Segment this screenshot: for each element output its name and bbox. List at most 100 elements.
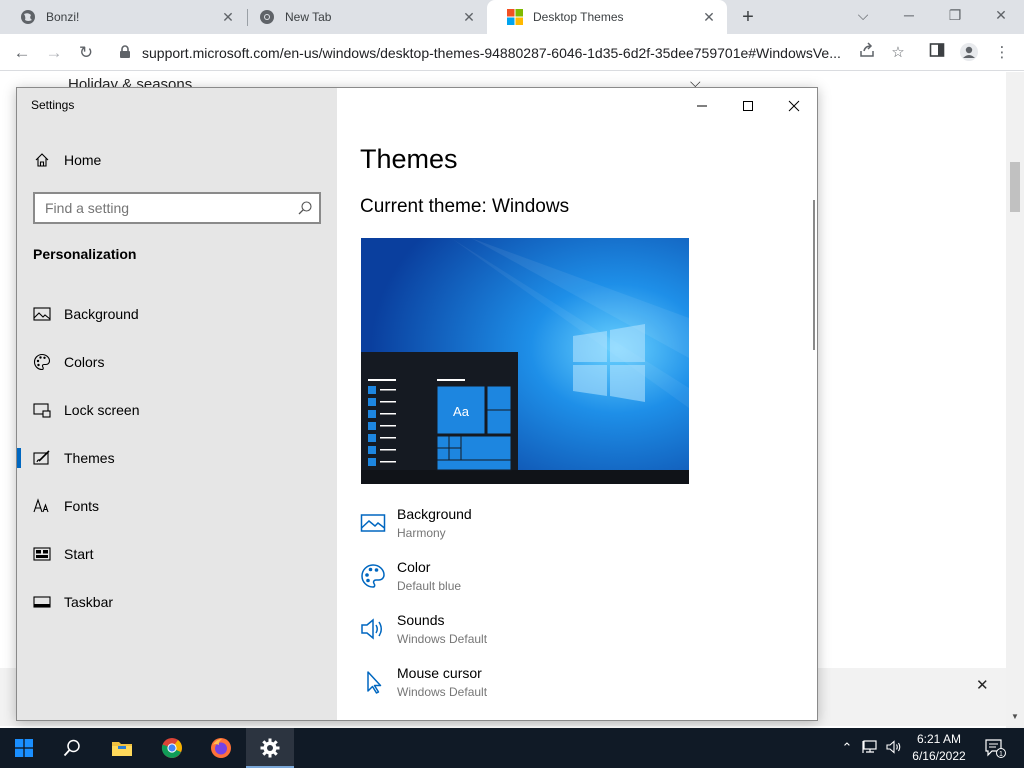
sidebar-item-taskbar[interactable]: Taskbar	[17, 582, 337, 622]
chrome-icon[interactable]	[148, 728, 196, 768]
microsoft-logo-icon	[507, 9, 523, 25]
close-tab-icon[interactable]: ✕	[220, 9, 236, 25]
cursor-icon	[360, 669, 386, 695]
search-input[interactable]	[45, 200, 285, 216]
window-title: Settings	[31, 98, 75, 112]
search-box[interactable]	[33, 192, 321, 224]
settings-gear-icon[interactable]	[246, 728, 294, 768]
close-icon[interactable]: ✕	[976, 676, 989, 694]
page-title: Themes	[360, 144, 458, 174]
home-icon	[33, 151, 51, 169]
clock-time[interactable]: 6:21 AM	[912, 732, 966, 746]
restore-browser-button[interactable]: ❐	[940, 4, 970, 26]
reload-icon[interactable]: ↻	[74, 41, 98, 65]
browser-tab-bar: Bonzi! ✕ New Tab ✕ Desktop Themes ✕ + ⌵ …	[0, 0, 1024, 34]
sidebar-item-label: Home	[64, 152, 102, 168]
sidebar-item-label: Lock screen	[64, 402, 140, 418]
paintbrush-icon	[33, 449, 51, 467]
url-text: support.microsoft.com/en-us/windows/desk…	[142, 45, 841, 61]
new-tab-button[interactable]: +	[737, 7, 759, 27]
start-button[interactable]	[0, 728, 48, 768]
taskbar-icon	[33, 593, 51, 611]
windows-logo-icon	[15, 739, 33, 757]
sidebar-item-home[interactable]: Home	[33, 148, 101, 172]
globe-icon	[20, 9, 36, 25]
maximize-button[interactable]	[725, 92, 771, 120]
theme-property-mouse-cursor[interactable]: Mouse cursor Windows Default	[360, 665, 780, 709]
sidebar-item-label: Themes	[64, 450, 115, 466]
property-value: Default blue	[397, 579, 462, 593]
browser-toolbar: ← → ↻ support.microsoft.com/en-us/window…	[0, 34, 1024, 71]
taskbar: ⌃ 6:21 AM 6/16/2022 1	[0, 728, 1024, 768]
sidebar-item-colors[interactable]: Colors	[17, 342, 337, 382]
lock-screen-icon	[33, 401, 51, 419]
page-scrollbar[interactable]: ▼	[1006, 72, 1024, 728]
tab-title: Desktop Themes	[533, 10, 624, 24]
settings-window: Settings Home Personalization Background	[16, 87, 818, 721]
property-label: Mouse cursor	[397, 665, 482, 681]
profile-avatar-icon[interactable]	[958, 42, 980, 64]
share-icon[interactable]	[856, 42, 878, 64]
tab-desktop-themes[interactable]: Desktop Themes ✕	[487, 0, 727, 34]
sidebar-item-fonts[interactable]: Fonts	[17, 486, 337, 526]
search-icon[interactable]	[48, 728, 96, 768]
firefox-icon[interactable]	[197, 728, 245, 768]
close-tab-icon[interactable]: ✕	[461, 9, 477, 25]
clock-date[interactable]: 6/16/2022	[908, 749, 970, 763]
browser-menu-icon[interactable]: ⋮	[991, 42, 1013, 64]
property-label: Sounds	[397, 612, 445, 628]
theme-preview-image[interactable]: Aa	[361, 238, 689, 484]
minimize-button[interactable]	[679, 92, 725, 120]
selection-indicator	[17, 448, 21, 468]
file-explorer-icon[interactable]	[98, 728, 146, 768]
picture-icon	[33, 305, 51, 323]
sidebar-item-lock-screen[interactable]: Lock screen	[17, 390, 337, 430]
volume-icon[interactable]	[886, 738, 904, 758]
preview-tile-text: Aa	[453, 404, 470, 419]
current-theme-heading: Current theme: Windows	[360, 196, 570, 217]
tab-title: Bonzi!	[46, 10, 80, 24]
palette-icon	[33, 353, 51, 371]
tab-bonzi[interactable]: Bonzi! ✕	[0, 0, 246, 34]
scroll-down-arrow-icon[interactable]: ▼	[1011, 712, 1019, 721]
tab-new-tab[interactable]: New Tab ✕	[239, 0, 487, 34]
back-arrow-icon[interactable]: ←	[10, 41, 34, 65]
sidebar-item-label: Fonts	[64, 498, 100, 514]
notification-count: 1	[999, 751, 1003, 758]
search-icon[interactable]	[297, 200, 313, 216]
close-browser-button[interactable]: ✕	[986, 4, 1016, 26]
content-scrollbar[interactable]	[813, 200, 815, 350]
minimize-browser-button[interactable]: ─	[894, 4, 924, 26]
property-label: Color	[397, 559, 431, 575]
theme-property-background[interactable]: Background Harmony	[360, 506, 780, 550]
settings-content: Themes Current theme: Windows Aa Backgro…	[337, 88, 817, 720]
close-window-button[interactable]	[771, 92, 817, 120]
property-value: Windows Default	[397, 685, 488, 699]
sidebar-item-label: Background	[64, 306, 139, 322]
property-value: Windows Default	[397, 632, 488, 646]
sidebar-item-themes[interactable]: Themes	[17, 438, 337, 478]
fonts-icon	[33, 497, 51, 515]
close-tab-icon[interactable]: ✕	[701, 9, 717, 25]
sidebar-item-start[interactable]: Start	[17, 534, 337, 574]
side-panel-icon[interactable]	[926, 42, 948, 64]
forward-arrow-icon[interactable]: →	[42, 41, 66, 65]
tab-search-chevron-icon[interactable]: ⌵	[848, 4, 878, 26]
picture-icon	[360, 510, 386, 536]
property-label: Background	[397, 506, 472, 522]
lock-icon[interactable]	[118, 45, 132, 59]
chevron-up-icon[interactable]: ⌃	[838, 738, 856, 758]
network-icon[interactable]	[862, 738, 880, 758]
theme-property-color[interactable]: Color Default blue	[360, 559, 780, 603]
notification-center-icon[interactable]: 1	[984, 738, 1006, 758]
page-scrollbar-thumb[interactable]	[1010, 162, 1020, 212]
bookmark-star-icon[interactable]: ☆	[887, 42, 909, 64]
property-value: Harmony	[397, 526, 446, 540]
sidebar-item-background[interactable]: Background	[17, 294, 337, 334]
section-heading: Personalization	[33, 246, 137, 262]
chrome-icon	[259, 9, 275, 25]
address-bar[interactable]: support.microsoft.com/en-us/windows/desk…	[110, 37, 854, 68]
settings-sidebar: Settings Home Personalization Background	[17, 88, 337, 720]
tab-title: New Tab	[285, 10, 332, 24]
theme-property-sounds[interactable]: Sounds Windows Default	[360, 612, 780, 656]
